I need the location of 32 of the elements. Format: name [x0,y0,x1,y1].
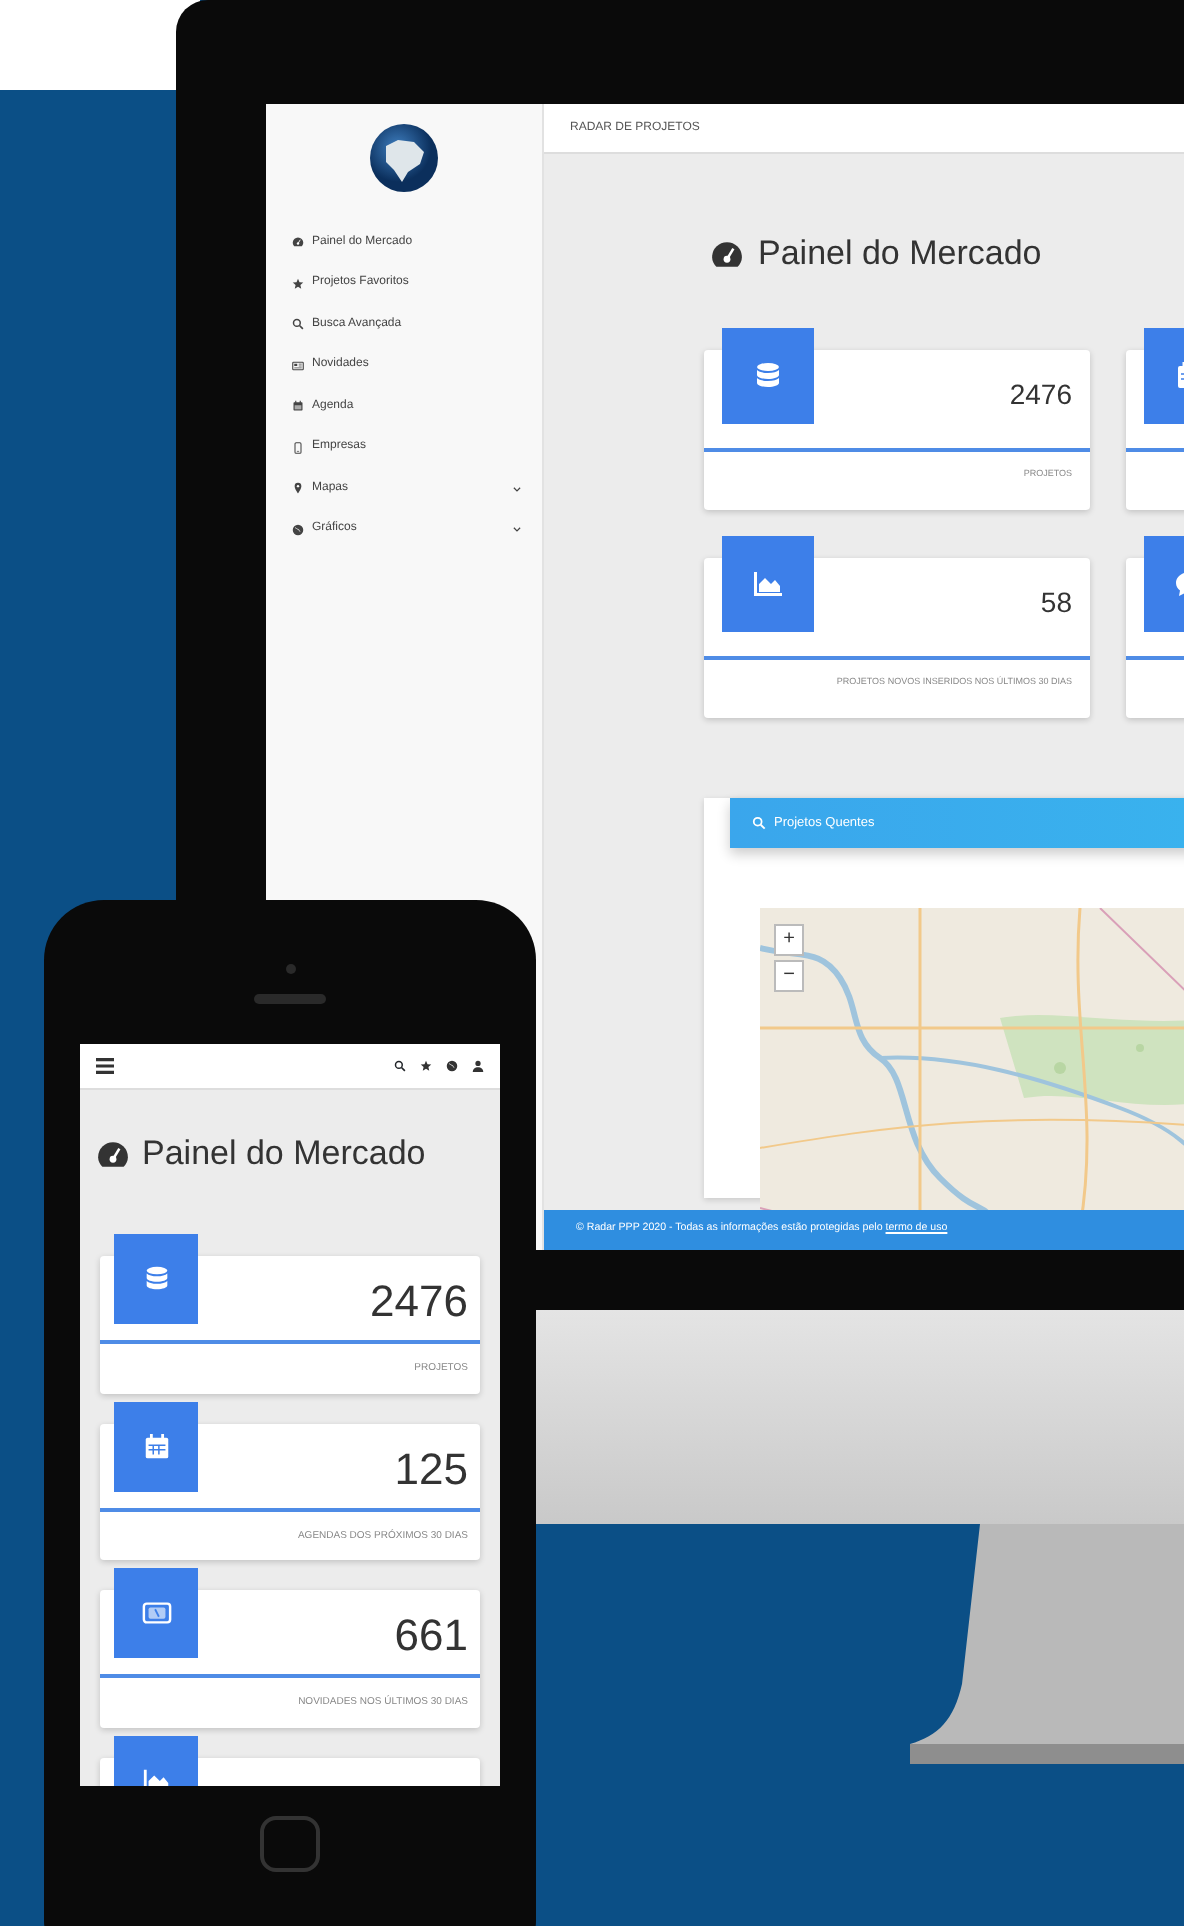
database-icon [752,360,784,392]
zoom-in-button[interactable]: + [774,924,804,956]
stat-number: 58 [1038,584,1074,622]
search-icon [292,318,304,331]
phone-camera [286,964,296,974]
chevron-icon [512,483,522,494]
star-icon [420,1060,432,1072]
phone-speaker [254,994,326,1004]
dashboard-icon [96,1137,130,1171]
stat-number: 2476 [1007,376,1074,414]
newspaper-icon [141,1598,171,1628]
newspaper-icon [292,359,304,372]
page-title: Painel do Mercado [142,1134,426,1174]
area-chart-icon [752,568,784,600]
stat-number: 125 [392,1441,470,1497]
menu-icon[interactable] [96,1058,114,1074]
stat-number: 661 [392,1608,470,1664]
database-icon [141,1264,171,1294]
dashboard-icon [292,236,304,249]
dashboard-icon [710,237,744,271]
area-chart-icon [141,1765,171,1786]
search-icon [394,1060,406,1072]
map-pin-icon [292,482,304,495]
user-icon [472,1060,484,1072]
globe-logo [368,122,440,194]
zoom-out-button[interactable]: − [774,960,804,992]
search-icon [752,816,766,830]
mobile-icon [292,441,304,454]
chevron-icon [512,524,522,535]
star-icon [292,277,304,290]
page-title: Painel do Mercado [758,234,1042,274]
stat-number: 2476 [368,1274,470,1330]
